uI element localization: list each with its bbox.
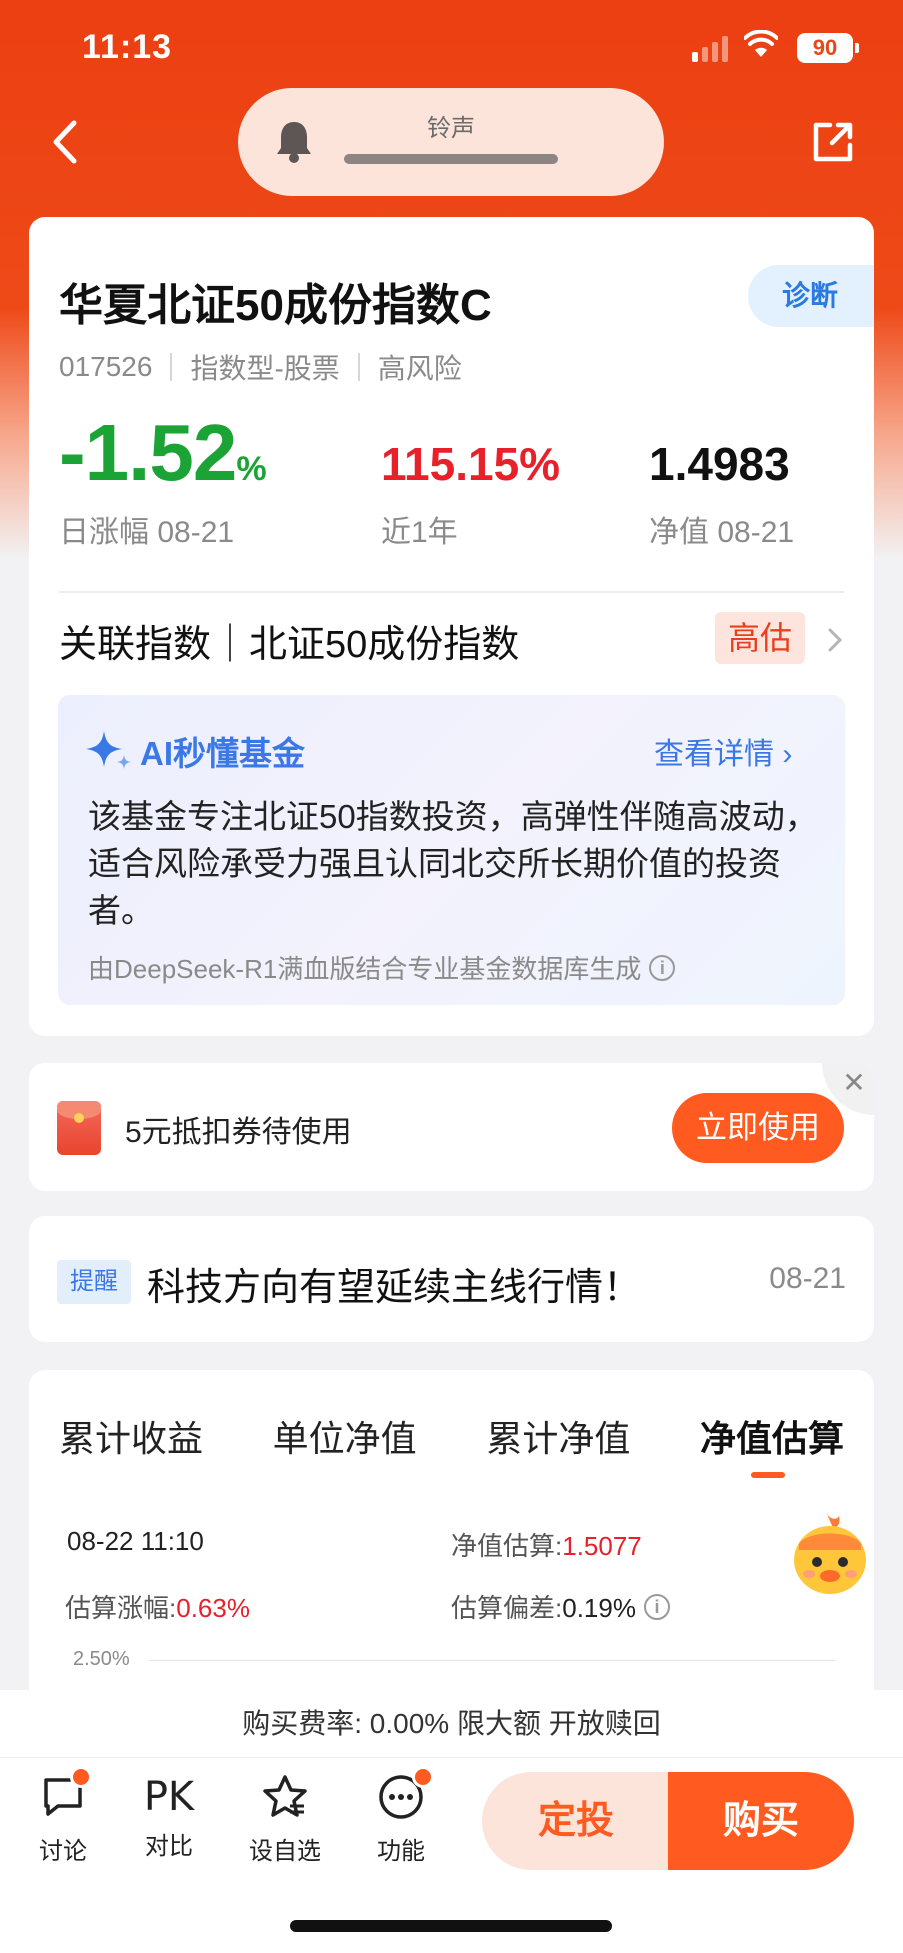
status-bar: 11:13 90 <box>0 0 903 100</box>
y-axis-label: 2.50% <box>73 1648 130 1670</box>
info-icon[interactable]: i <box>649 954 676 981</box>
fund-code: 017526 <box>59 351 153 382</box>
estimate-change: 估算涨幅:0.63% <box>65 1593 250 1623</box>
discuss-label: 讨论 <box>39 1838 87 1865</box>
fund-risk: 高风险 <box>377 353 462 384</box>
sparkle-icon <box>86 731 131 769</box>
wifi-icon <box>744 30 778 57</box>
fee-info: 购买费率: 0.00% 限大额 开放赎回 <box>0 1690 903 1758</box>
chart-gridline <box>149 1660 836 1661</box>
buy-button[interactable]: 购买 <box>668 1772 854 1870</box>
ringtone-pill[interactable]: 铃声 <box>238 88 664 196</box>
one-year-label: 近1年 <box>381 516 458 549</box>
red-packet-icon <box>57 1101 101 1155</box>
divider <box>59 591 844 593</box>
coupon-text: 5元抵扣券待使用 <box>125 1116 352 1149</box>
daily-change-label: 日涨幅 08-21 <box>59 516 235 549</box>
active-tab-indicator <box>751 1472 785 1478</box>
use-coupon-button[interactable]: 立即使用 <box>672 1093 844 1163</box>
ai-footnote: 由DeepSeek-R1满血版结合专业基金数据库生成 i <box>88 949 676 986</box>
estimate-datetime: 08-22 11:10 <box>67 1526 204 1556</box>
chevron-right-icon[interactable] <box>827 627 843 653</box>
estimate-nav: 净值估算:1.5077 <box>451 1531 642 1561</box>
mascot-chick-icon[interactable] <box>787 1510 873 1600</box>
fund-meta: 017526 指数型-股票 高风险 <box>59 347 462 387</box>
ai-summary-text: 该基金专注北证50指数投资，高弹性伴随高波动，适合风险承受力强且认同北交所长期价… <box>88 798 818 929</box>
valuation-badge[interactable]: 高估 <box>715 612 805 664</box>
reminder-text: 科技方向有望延续主线行情！ <box>147 1267 642 1309</box>
view-details-link[interactable]: 查看详情 › <box>654 729 792 773</box>
fund-summary-card: 华夏北证50成份指数C 诊断 017526 指数型-股票 高风险 -1.52% … <box>29 217 874 1036</box>
ringtone-slider[interactable] <box>344 154 558 164</box>
reminder-card[interactable]: 提醒 科技方向有望延续主线行情！ 08-21 <box>29 1216 874 1342</box>
diagnose-button[interactable]: 诊断 <box>748 265 874 327</box>
bottom-action-bar: 讨论 PK 对比 设自选 功能 定投 购买 <box>0 1758 903 1882</box>
fund-type: 指数型-股票 <box>190 353 340 384</box>
reminder-tag: 提醒 <box>57 1260 131 1304</box>
chart-tabs: 累计收益 单位净值 累计净值 净值估算 <box>59 1410 844 1462</box>
share-icon[interactable] <box>808 117 858 167</box>
coupon-card: 5元抵扣券待使用 立即使用 ✕ <box>29 1063 874 1191</box>
cellular-signal-icon <box>692 34 728 62</box>
ai-summary-panel: AI秒懂基金 查看详情 › 该基金专注北证50指数投资，高弹性伴随高波动，适合风… <box>58 695 845 1005</box>
daily-change: -1.52% <box>59 408 267 497</box>
tab-cumulative-nav[interactable]: 累计净值 <box>486 1410 630 1462</box>
notification-dot <box>412 1766 434 1788</box>
back-icon[interactable] <box>46 117 86 167</box>
functions-button[interactable]: 功能 <box>356 1766 446 1866</box>
ai-title: AI秒懂基金 <box>140 735 305 772</box>
star-icon <box>263 1775 307 1817</box>
fund-name: 华夏北证50成份指数C <box>59 281 492 330</box>
battery-icon: 90 <box>797 33 859 63</box>
nav-chart-card: 累计收益 单位净值 累计净值 净值估算 08-22 11:10 净值估算:1.5… <box>29 1370 874 1700</box>
compare-label: 对比 <box>145 1833 193 1860</box>
watchlist-label: 设自选 <box>249 1838 321 1865</box>
tab-nav-estimate[interactable]: 净值估算 <box>700 1410 844 1462</box>
discuss-button[interactable]: 讨论 <box>18 1766 108 1866</box>
estimate-deviation: 估算偏差:0.19% i <box>451 1588 670 1625</box>
add-watchlist-button[interactable]: 设自选 <box>240 1772 330 1866</box>
info-icon[interactable]: i <box>643 1593 670 1620</box>
reminder-date: 08-21 <box>769 1262 846 1295</box>
compare-button[interactable]: PK 对比 <box>124 1772 214 1861</box>
status-time: 11:13 <box>82 28 173 66</box>
tab-cumulative-return[interactable]: 累计收益 <box>59 1410 203 1462</box>
one-year-return: 115.15% <box>381 438 561 490</box>
nav-label: 净值 08-21 <box>649 516 795 549</box>
nav-value: 1.4983 <box>649 438 790 490</box>
home-indicator <box>0 1882 903 1953</box>
functions-label: 功能 <box>377 1838 425 1865</box>
tab-unit-nav[interactable]: 单位净值 <box>273 1410 417 1462</box>
related-index-link[interactable]: 关联指数｜北证50成份指数 <box>59 613 519 668</box>
sip-button[interactable]: 定投 <box>482 1772 670 1870</box>
pk-icon: PK <box>143 1774 195 1820</box>
notification-dot <box>70 1766 92 1788</box>
ringtone-label: 铃声 <box>427 115 475 142</box>
